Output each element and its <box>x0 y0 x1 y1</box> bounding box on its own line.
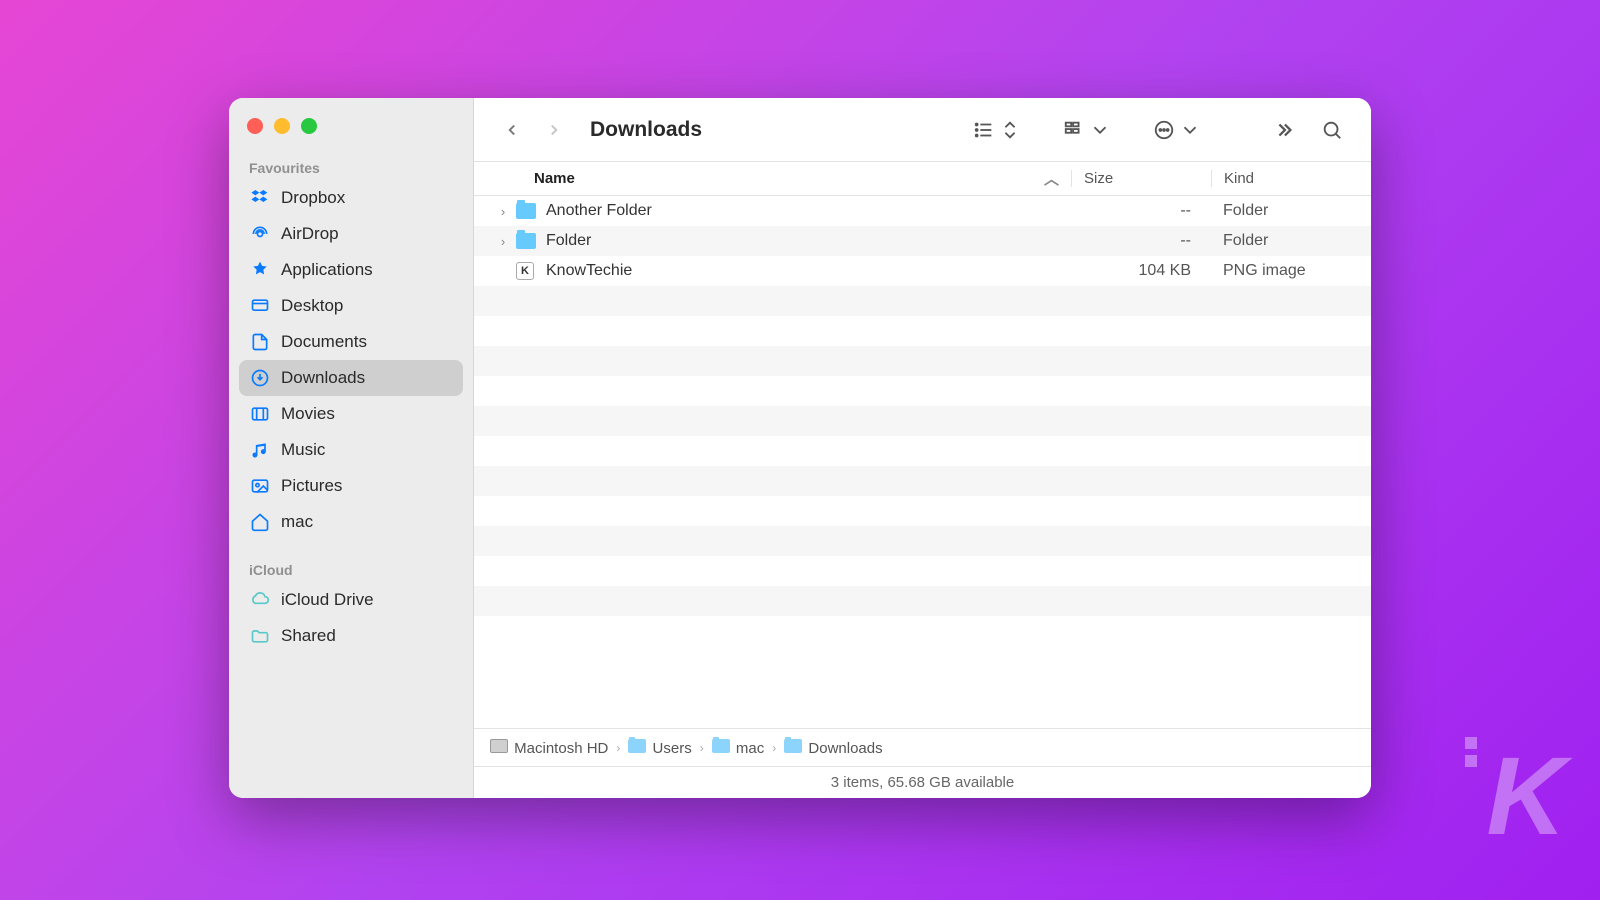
column-kind[interactable]: Kind <box>1211 170 1371 187</box>
path-label: Macintosh HD <box>514 740 608 757</box>
documents-icon <box>249 331 271 353</box>
file-name: Folder <box>540 232 1071 250</box>
sort-ascending-icon: ︿ <box>1044 168 1059 189</box>
folder-icon <box>784 739 802 753</box>
pictures-icon <box>249 475 271 497</box>
window-controls <box>239 110 463 152</box>
overflow-button[interactable] <box>1265 113 1303 147</box>
sidebar-item-label: mac <box>281 512 313 532</box>
file-size: -- <box>1071 202 1211 220</box>
watermark-letter: K <box>1487 735 1560 858</box>
action-menu-button[interactable] <box>1145 113 1209 147</box>
file-kind: PNG image <box>1211 262 1371 280</box>
file-row[interactable]: K KnowTechie 104 KB PNG image <box>474 256 1371 286</box>
disclosure-triangle-icon[interactable]: › <box>490 234 516 249</box>
file-name: KnowTechie <box>540 262 1071 280</box>
folder-icon <box>712 739 730 753</box>
path-segment[interactable]: Downloads <box>784 739 882 757</box>
path-segment[interactable]: Users <box>628 739 691 757</box>
path-segment[interactable]: mac <box>712 739 765 757</box>
sidebar-item-icloud-drive[interactable]: iCloud Drive <box>239 582 463 618</box>
minimize-button[interactable] <box>274 118 290 134</box>
path-label: Downloads <box>808 740 882 757</box>
finder-window: Favourites Dropbox AirDrop Applications … <box>229 98 1371 798</box>
search-button[interactable] <box>1313 113 1351 147</box>
file-kind: Folder <box>1211 202 1371 220</box>
sidebar-item-label: Applications <box>281 260 373 280</box>
file-size: -- <box>1071 232 1211 250</box>
sidebar-item-applications[interactable]: Applications <box>239 252 463 288</box>
file-name: Another Folder <box>540 202 1071 220</box>
sidebar-item-label: Shared <box>281 626 336 646</box>
file-row[interactable]: › Folder -- Folder <box>474 226 1371 256</box>
sidebar-item-label: Movies <box>281 404 335 424</box>
file-row[interactable]: › Another Folder -- Folder <box>474 196 1371 226</box>
forward-button[interactable] <box>536 112 572 148</box>
watermark-logo: K <box>1487 733 1560 860</box>
hdd-icon <box>490 739 508 753</box>
sidebar-item-label: Desktop <box>281 296 343 316</box>
sidebar-item-downloads[interactable]: Downloads <box>239 360 463 396</box>
sidebar: Favourites Dropbox AirDrop Applications … <box>229 98 474 798</box>
downloads-icon <box>249 367 271 389</box>
close-button[interactable] <box>247 118 263 134</box>
sidebar-item-documents[interactable]: Documents <box>239 324 463 360</box>
file-size: 104 KB <box>1071 262 1211 280</box>
path-separator-icon: › <box>772 741 776 755</box>
sidebar-item-label: Documents <box>281 332 367 352</box>
image-file-icon: K <box>516 262 540 280</box>
file-list: › Another Folder -- Folder › Folder -- F… <box>474 196 1371 728</box>
view-list-button[interactable] <box>965 113 1029 147</box>
main-pane: Downloads Name <box>474 98 1371 798</box>
path-label: Users <box>653 740 692 757</box>
sidebar-item-desktop[interactable]: Desktop <box>239 288 463 324</box>
icloud-icon <box>249 589 271 611</box>
back-button[interactable] <box>494 112 530 148</box>
column-size[interactable]: Size <box>1071 170 1211 187</box>
dropbox-icon <box>249 187 271 209</box>
file-kind: Folder <box>1211 232 1371 250</box>
path-separator-icon: › <box>700 741 704 755</box>
sidebar-item-label: Dropbox <box>281 188 345 208</box>
folder-icon <box>628 739 646 753</box>
folder-icon <box>516 233 540 249</box>
path-segment[interactable]: Macintosh HD <box>490 739 608 757</box>
column-header: Name ︿ Size Kind <box>474 162 1371 196</box>
shared-icon <box>249 625 271 647</box>
airdrop-icon <box>249 223 271 245</box>
sidebar-item-home[interactable]: mac <box>239 504 463 540</box>
sidebar-section-favourites: Favourites <box>239 152 463 180</box>
path-label: mac <box>736 740 764 757</box>
sidebar-item-label: AirDrop <box>281 224 339 244</box>
path-bar: Macintosh HD › Users › mac › Downloads <box>474 728 1371 766</box>
group-by-button[interactable] <box>1055 113 1119 147</box>
sidebar-item-shared[interactable]: Shared <box>239 618 463 654</box>
sidebar-item-pictures[interactable]: Pictures <box>239 468 463 504</box>
toolbar: Downloads <box>474 98 1371 162</box>
sidebar-item-dropbox[interactable]: Dropbox <box>239 180 463 216</box>
sidebar-section-icloud: iCloud <box>239 554 463 582</box>
folder-icon <box>516 203 540 219</box>
maximize-button[interactable] <box>301 118 317 134</box>
column-name[interactable]: Name ︿ <box>474 168 1071 189</box>
home-icon <box>249 511 271 533</box>
sidebar-item-label: Music <box>281 440 325 460</box>
sidebar-item-label: Pictures <box>281 476 342 496</box>
movies-icon <box>249 403 271 425</box>
desktop-icon <box>249 295 271 317</box>
window-title: Downloads <box>590 118 702 142</box>
music-icon <box>249 439 271 461</box>
disclosure-triangle-icon[interactable]: › <box>490 204 516 219</box>
sidebar-item-label: Downloads <box>281 368 365 388</box>
sidebar-item-music[interactable]: Music <box>239 432 463 468</box>
column-name-label: Name <box>534 170 575 187</box>
sidebar-item-label: iCloud Drive <box>281 590 374 610</box>
sidebar-item-movies[interactable]: Movies <box>239 396 463 432</box>
status-bar: 3 items, 65.68 GB available <box>474 766 1371 798</box>
applications-icon <box>249 259 271 281</box>
sidebar-item-airdrop[interactable]: AirDrop <box>239 216 463 252</box>
path-separator-icon: › <box>616 741 620 755</box>
